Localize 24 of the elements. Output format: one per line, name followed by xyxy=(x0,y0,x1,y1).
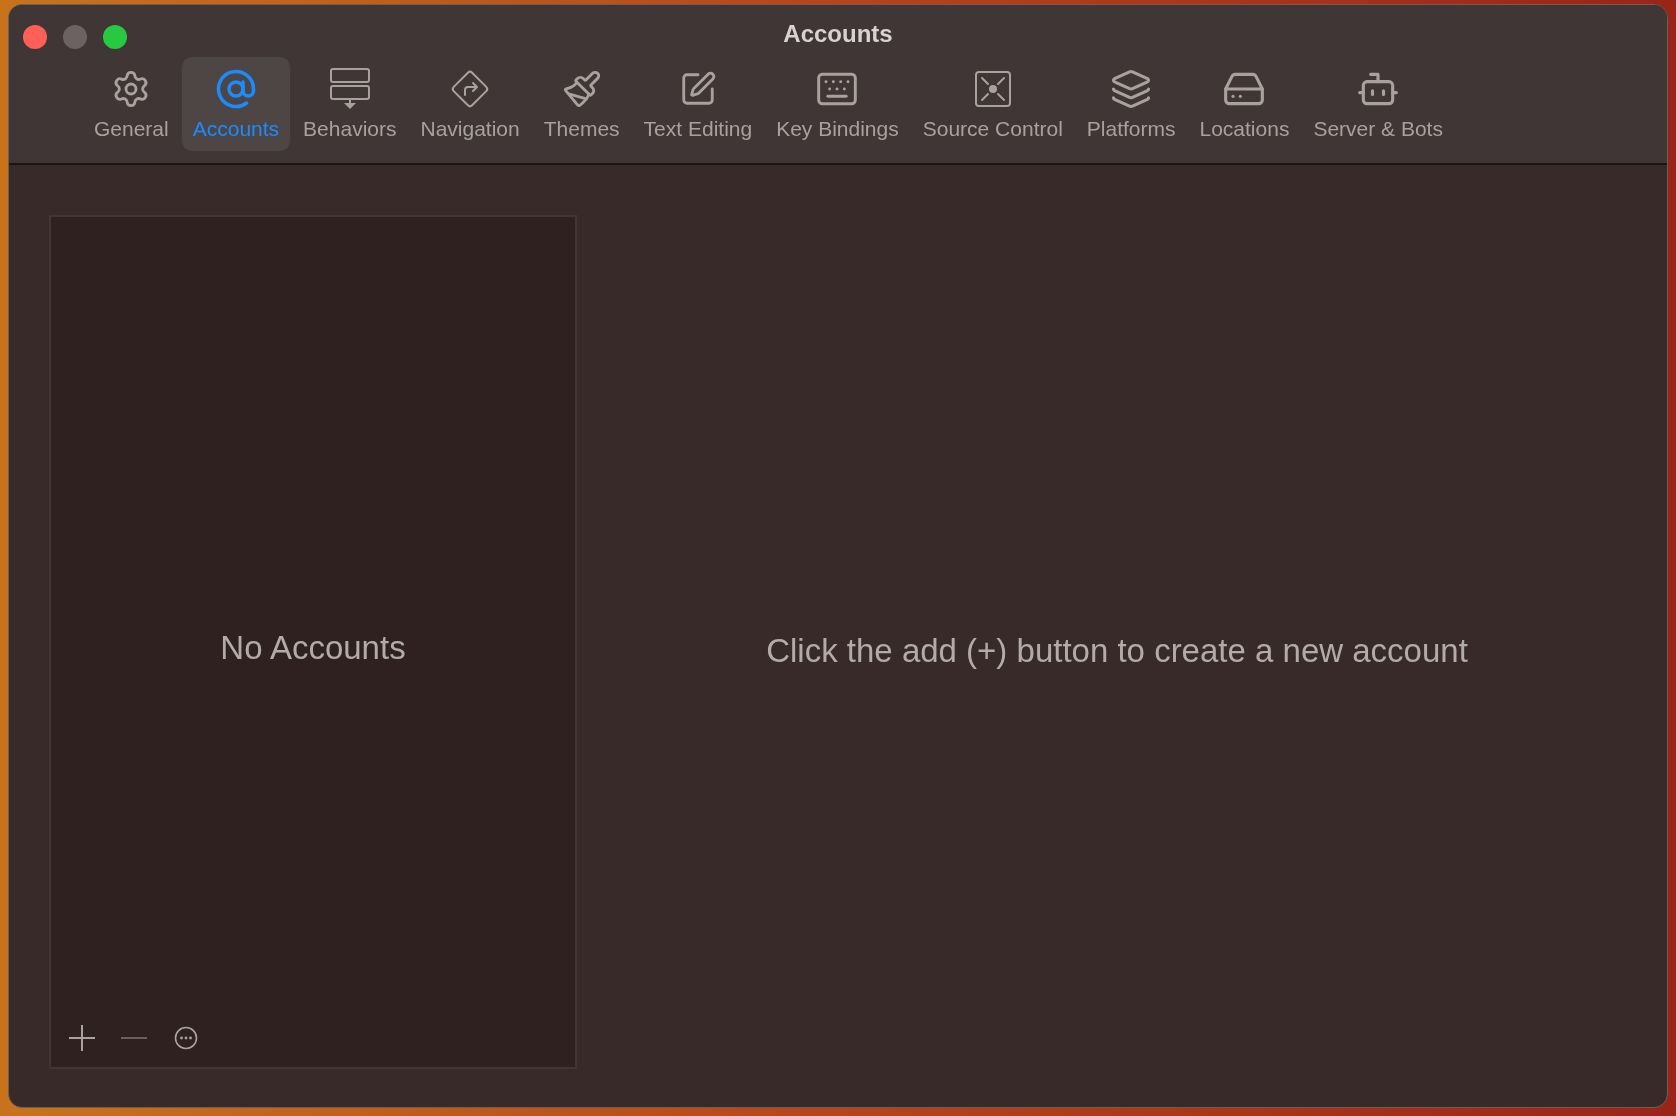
plus-icon xyxy=(68,1024,96,1052)
toolbar-tab[interactable]: Key Bindings xyxy=(765,57,910,151)
toolbar-tab[interactable]: Behaviors xyxy=(292,57,408,151)
toolbar-tab[interactable]: General xyxy=(83,57,180,151)
empty-list-text: No Accounts xyxy=(220,629,406,667)
close-button[interactable] xyxy=(23,25,47,49)
toolbar-tab[interactable]: Text Editing xyxy=(632,57,764,151)
window-title: Accounts xyxy=(783,20,893,48)
square-cross-icon xyxy=(973,70,1012,108)
toolbar-tab[interactable]: Server & Bots xyxy=(1302,57,1454,151)
stacked-rows-icon xyxy=(328,67,371,111)
at-sign-icon xyxy=(214,68,257,110)
toolbar-tab[interactable]: Themes xyxy=(532,57,631,151)
toolbar-tab[interactable]: Navigation xyxy=(409,57,531,151)
toolbar-tab[interactable]: Locations xyxy=(1188,57,1301,151)
toolbar-tab[interactable]: Platforms xyxy=(1075,57,1187,151)
toolbar-tab[interactable]: Accounts xyxy=(181,57,291,151)
minus-icon xyxy=(120,1036,148,1040)
zoom-button[interactable] xyxy=(103,25,127,49)
layers-icon xyxy=(1110,68,1153,110)
empty-state-message: Click the add (+) button to create a new account xyxy=(766,632,1468,670)
ellipsis-circle-icon xyxy=(174,1026,198,1050)
toolbar-tab[interactable]: Source Control xyxy=(911,57,1074,151)
paintbrush-icon xyxy=(561,69,602,109)
